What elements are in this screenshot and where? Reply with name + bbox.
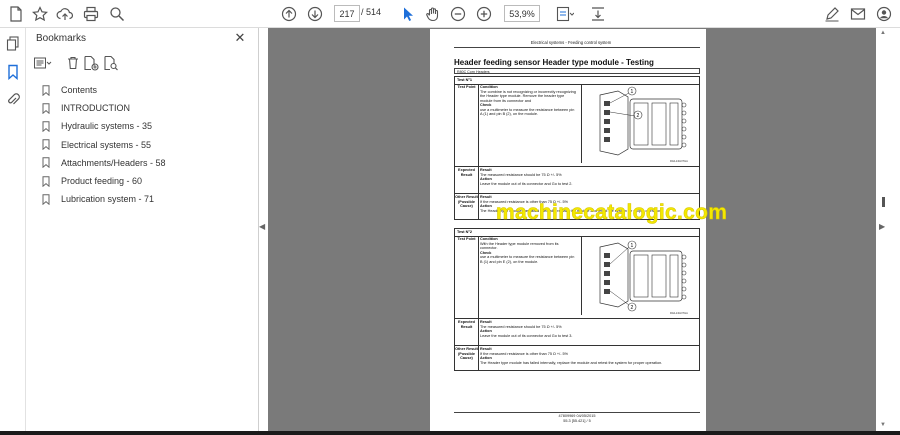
test-2-table: Test N°2 Test Point Condition With the H… xyxy=(454,228,700,371)
test-point-label: Test Point xyxy=(455,236,479,318)
find-bookmark-icon[interactable] xyxy=(102,54,120,72)
fit-page-icon[interactable] xyxy=(555,4,575,24)
watermark-text: machinecatalogic.com xyxy=(496,201,728,225)
bookmark-item-attachments-headers[interactable]: Attachments/Headers - 58 xyxy=(42,154,252,172)
zoom-search-icon[interactable] xyxy=(107,4,127,24)
attachments-paperclip-icon[interactable] xyxy=(3,89,23,109)
bookmark-ribbon-icon xyxy=(42,102,53,114)
print-icon[interactable] xyxy=(81,4,101,24)
bookmarks-panel: Bookmarks ✕ Contents INTRODUCTION Hydrau… xyxy=(26,28,259,431)
page-number-input[interactable]: 217 xyxy=(334,5,360,22)
delete-bookmark-icon[interactable] xyxy=(64,54,82,72)
page-scroll-icon[interactable] xyxy=(588,4,608,24)
bookmark-label: Hydraulic systems - 35 xyxy=(61,121,153,132)
next-page-icon[interactable] xyxy=(305,4,325,24)
user-account-icon[interactable] xyxy=(874,4,894,24)
bookmark-item-contents[interactable]: Contents xyxy=(42,81,252,99)
page-thumbnails-icon[interactable] xyxy=(3,34,23,54)
bookmark-item-product-feeding[interactable]: Product feeding - 60 xyxy=(42,172,252,190)
other-result-label: Other Result (Possible Cause) xyxy=(455,194,479,220)
running-header: Electrical systems - Feeding control sys… xyxy=(530,40,612,45)
other-result-label: Other Result (Possible Cause) xyxy=(455,346,479,371)
figure-id: RAIL14GOTHA xyxy=(670,312,688,315)
bookmark-ribbon-icon xyxy=(42,157,53,169)
bookmark-label: Electrical systems - 55 xyxy=(61,139,152,150)
bookmark-options-icon[interactable] xyxy=(34,54,52,72)
bookmark-item-hydraulic-systems[interactable]: Hydraulic systems - 35 xyxy=(42,117,252,135)
bookmark-ribbon-icon xyxy=(42,175,53,187)
bookmark-item-introduction[interactable]: INTRODUCTION xyxy=(42,99,252,117)
bookmark-item-lubrication-system[interactable]: Lubrication system - 71 xyxy=(42,190,252,208)
bookmark-label: Lubrication system - 71 xyxy=(61,194,155,205)
close-icon[interactable]: ✕ xyxy=(233,31,247,45)
top-toolbar: 217 / 514 53,9% xyxy=(0,0,900,28)
test-1-expected-text: Result The measured resistance should be… xyxy=(480,168,573,186)
test-2-expected-text: Result The measured resistance should be… xyxy=(480,320,573,338)
new-bookmark-icon[interactable] xyxy=(82,54,100,72)
bookmark-label: Product feeding - 60 xyxy=(61,176,143,187)
svg-text:1: 1 xyxy=(631,89,634,95)
bookmark-label: INTRODUCTION xyxy=(61,103,130,114)
email-icon[interactable] xyxy=(848,4,868,24)
bookmark-item-electrical-systems[interactable]: Electrical systems - 55 xyxy=(42,136,252,154)
document-icon[interactable] xyxy=(6,4,26,24)
bookmarks-list: Contents INTRODUCTION Hydraulic systems … xyxy=(42,81,252,208)
previous-page-icon[interactable] xyxy=(279,4,299,24)
expected-result-label: Expected Result xyxy=(455,319,479,345)
connector-diagram: 1 2 xyxy=(581,85,700,163)
hand-tool-icon[interactable] xyxy=(423,4,443,24)
collapse-panel-icon[interactable]: ◀ xyxy=(259,222,267,234)
pdf-page: Electrical systems - Feeding control sys… xyxy=(430,29,727,431)
svg-text:1: 1 xyxy=(631,243,634,249)
star-bookmark-icon[interactable] xyxy=(30,4,50,24)
test-1-test-point-row: Test Point Condition The combine is not … xyxy=(455,84,699,167)
document-viewer[interactable]: Electrical systems - Feeding control sys… xyxy=(268,28,876,431)
model-label: R80C Corn Headers xyxy=(454,68,700,74)
bookmark-label: Attachments/Headers - 58 xyxy=(61,157,166,168)
bookmark-label: Contents xyxy=(61,85,98,96)
expand-right-panel-icon[interactable]: ▶ xyxy=(879,222,887,234)
page-count: / 514 xyxy=(361,7,382,17)
zoom-out-icon[interactable] xyxy=(448,4,468,24)
section-title: Header feeding sensor Header type module… xyxy=(454,58,654,67)
scrollbar-thumb[interactable] xyxy=(882,197,885,207)
svg-text:2: 2 xyxy=(637,113,640,119)
svg-text:2: 2 xyxy=(631,305,634,311)
left-navigation-rail xyxy=(0,28,26,431)
test-1-expected-row: Expected Result Result The measured resi… xyxy=(455,167,699,194)
scroll-up-arrow[interactable]: ▲ xyxy=(880,30,886,36)
bookmarks-panel-icon[interactable] xyxy=(3,62,23,82)
select-cursor-icon[interactable] xyxy=(398,4,418,24)
test-2-test-point-row: Test Point Condition With the Header typ… xyxy=(455,236,699,319)
footer-rule xyxy=(454,412,700,413)
test-2-other-row: Other Result (Possible Cause) Result If … xyxy=(455,346,699,371)
test-2-condition: Condition With the Header type module re… xyxy=(480,237,575,264)
bookmark-ribbon-icon xyxy=(42,193,53,205)
test-1-table: Test N°1 Test Point Condition The combin… xyxy=(454,76,700,220)
connector-diagram: 1 2 xyxy=(581,237,700,315)
test-1-condition: Condition The combine is not recognizing… xyxy=(480,85,576,116)
zoom-in-icon[interactable] xyxy=(474,4,494,24)
bookmark-ribbon-icon xyxy=(42,120,53,132)
expected-result-label: Expected Result xyxy=(455,167,479,193)
bookmark-ribbon-icon xyxy=(42,84,53,96)
test-point-label: Test Point xyxy=(455,84,479,166)
footer-page-ref: 55.3 [55.421] / 5 xyxy=(563,419,591,423)
footer-code: 47809969 04/05/2015 xyxy=(558,414,596,418)
figure-id: RAIL14GOTHA xyxy=(670,160,688,163)
scroll-down-arrow[interactable]: ▼ xyxy=(880,422,886,428)
test-2-expected-row: Expected Result Result The measured resi… xyxy=(455,319,699,346)
pen-sign-icon[interactable] xyxy=(822,4,842,24)
header-rule xyxy=(454,47,700,48)
test-2-other-text: Result If the measured resistance is oth… xyxy=(480,347,663,365)
bookmarks-title: Bookmarks xyxy=(36,33,87,44)
cloud-upload-icon[interactable] xyxy=(55,4,75,24)
zoom-level-field[interactable]: 53,9% xyxy=(504,5,540,22)
bottom-edge-bar xyxy=(0,431,900,435)
bookmark-ribbon-icon xyxy=(42,139,53,151)
